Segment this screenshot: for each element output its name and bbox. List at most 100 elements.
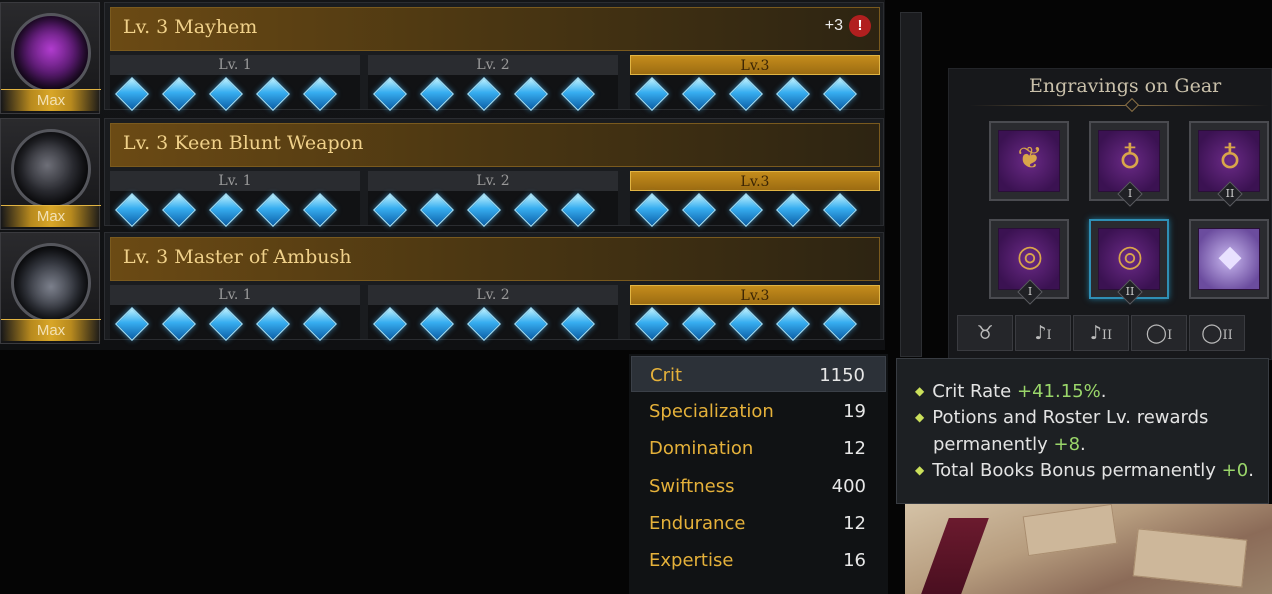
- tab-earring-2[interactable]: ♪II: [1073, 315, 1129, 351]
- gem-icon: [467, 193, 501, 227]
- gear-slot-stone[interactable]: ◆: [1189, 219, 1269, 299]
- gem-row: [635, 307, 857, 341]
- gem-icon: [162, 77, 196, 111]
- level-group-2: Lv. 2: [368, 285, 618, 341]
- master-of-ambush-icon: [11, 243, 91, 323]
- stat-row-specialization[interactable]: Specialization 19: [631, 393, 886, 429]
- gem-icon: [256, 307, 290, 341]
- earring-icon: ♪: [1089, 322, 1102, 344]
- gem-icon: [682, 77, 716, 111]
- alert-icon[interactable]: !: [849, 15, 871, 37]
- tab-ring-2[interactable]: ◯II: [1189, 315, 1245, 351]
- gem-icon: [823, 77, 857, 111]
- extra-points-label: +3: [824, 17, 843, 34]
- gem-icon: [420, 77, 454, 111]
- engraving-row-mayhem[interactable]: Max Lv. 3 Mayhem +3 ! Lv. 1 Lv. 2 Lv.3: [0, 2, 885, 116]
- level-label: Lv. 1: [110, 55, 360, 75]
- level-label-active: Lv.3: [630, 55, 880, 75]
- tab-earring-1[interactable]: ♪I: [1015, 315, 1071, 351]
- gear-slot-ring-2[interactable]: ◎ II: [1089, 219, 1169, 305]
- stat-name: Endurance: [649, 513, 746, 534]
- gem-icon: [467, 307, 501, 341]
- gem-icon: [729, 307, 763, 341]
- engraving-title-bar: Lv. 3 Keen Blunt Weapon: [110, 123, 880, 167]
- engraving-row-master-of-ambush[interactable]: Max Lv. 3 Master of Ambush Lv. 1 Lv. 2 L…: [0, 232, 885, 346]
- level-label-active: Lv.3: [630, 285, 880, 305]
- gem-icon: [514, 77, 548, 111]
- crit-tooltip: ◆ Crit Rate +41.15%. ◆ Potions and Roster …: [896, 358, 1269, 504]
- gem-icon: [209, 77, 243, 111]
- gear-slot-earring-1[interactable]: ♁ I: [1089, 121, 1169, 207]
- gear-panel-title: Engravings on Gear: [1029, 75, 1222, 97]
- scenery-cloth: [921, 518, 989, 594]
- engraving-title-bar: Lv. 3 Master of Ambush: [110, 237, 880, 281]
- tooltip-line-books: ◆ Total Books Bonus permanently +0.: [915, 460, 1254, 481]
- level-group-1: Lv. 1: [110, 55, 360, 111]
- gem-icon: [373, 77, 407, 111]
- gem-icon: [420, 193, 454, 227]
- level-group-3: Lv.3: [630, 171, 880, 227]
- gem-row: [373, 77, 595, 111]
- gem-icon: [209, 307, 243, 341]
- crystal-stone-icon: ◆: [1198, 228, 1260, 290]
- bullet-icon: ◆: [915, 410, 925, 424]
- engraving-icon-frame: Max: [0, 2, 101, 114]
- gem-icon: [635, 307, 669, 341]
- gem-row: [635, 77, 857, 111]
- gem-icon: [303, 77, 337, 111]
- level-label: Lv. 2: [368, 285, 618, 305]
- mayhem-icon: [11, 13, 91, 93]
- stat-row-crit[interactable]: Crit 1150: [631, 356, 886, 392]
- max-badge: Max: [1, 319, 101, 341]
- scenery-rock: [1022, 503, 1118, 557]
- scenery-rock: [1132, 528, 1248, 588]
- engraving-title: Lv. 3 Keen Blunt Weapon: [123, 132, 364, 154]
- stat-name: Domination: [649, 438, 754, 459]
- gem-icon: [823, 307, 857, 341]
- gem-icon: [115, 193, 149, 227]
- engraving-icon-frame: Max: [0, 118, 101, 230]
- earring-icon: ♪: [1034, 322, 1047, 344]
- necklace-icon: ❦: [998, 130, 1060, 192]
- stat-name: Expertise: [649, 550, 734, 571]
- stat-row-expertise[interactable]: Expertise 16: [631, 542, 886, 578]
- stat-row-endurance[interactable]: Endurance 12: [631, 505, 886, 541]
- stat-name: Crit: [650, 365, 683, 386]
- gem-icon: [514, 307, 548, 341]
- gear-slot-earring-2[interactable]: ♁ II: [1189, 121, 1269, 207]
- gem-icon: [776, 193, 810, 227]
- gem-icon: [682, 307, 716, 341]
- stat-value: 1150: [819, 365, 865, 386]
- gem-icon: [729, 193, 763, 227]
- gem-icon: [256, 193, 290, 227]
- engraving-row-keen-blunt-weapon[interactable]: Max Lv. 3 Keen Blunt Weapon Lv. 1 Lv. 2: [0, 118, 885, 232]
- background-scenery: [905, 503, 1272, 594]
- stat-value: 16: [843, 550, 866, 571]
- stat-value: 19: [843, 401, 866, 422]
- gear-slot-necklace[interactable]: ❦: [989, 121, 1069, 201]
- panel-scrollbar[interactable]: [900, 12, 922, 357]
- tooltip-line-crit-rate: ◆ Crit Rate +41.15%.: [915, 381, 1107, 402]
- bullet-icon: ◆: [915, 384, 925, 398]
- level-label: Lv. 2: [368, 55, 618, 75]
- stat-name: Specialization: [649, 401, 774, 422]
- gem-icon: [682, 193, 716, 227]
- gem-row: [115, 77, 337, 111]
- gem-icon: [776, 307, 810, 341]
- level-group-1: Lv. 1: [110, 171, 360, 227]
- tab-necklace[interactable]: ♉: [957, 315, 1013, 351]
- gem-row: [635, 193, 857, 227]
- ring-icon: ◯: [1201, 322, 1223, 344]
- ornament-diamond-icon: [1124, 97, 1140, 113]
- engraving-panel: Max Lv. 3 Mayhem +3 ! Lv. 1 Lv. 2 Lv.3 M…: [0, 0, 885, 350]
- max-badge: Max: [1, 89, 101, 111]
- gem-icon: [420, 307, 454, 341]
- level-label-active: Lv.3: [630, 171, 880, 191]
- tab-ring-1[interactable]: ◯I: [1131, 315, 1187, 351]
- gear-slot-ring-1[interactable]: ◎ I: [989, 219, 1069, 305]
- stat-row-swiftness[interactable]: Swiftness 400: [631, 468, 886, 504]
- gem-icon: [561, 193, 595, 227]
- stat-row-domination[interactable]: Domination 12: [631, 430, 886, 466]
- gem-icon: [635, 193, 669, 227]
- gem-row: [115, 307, 337, 341]
